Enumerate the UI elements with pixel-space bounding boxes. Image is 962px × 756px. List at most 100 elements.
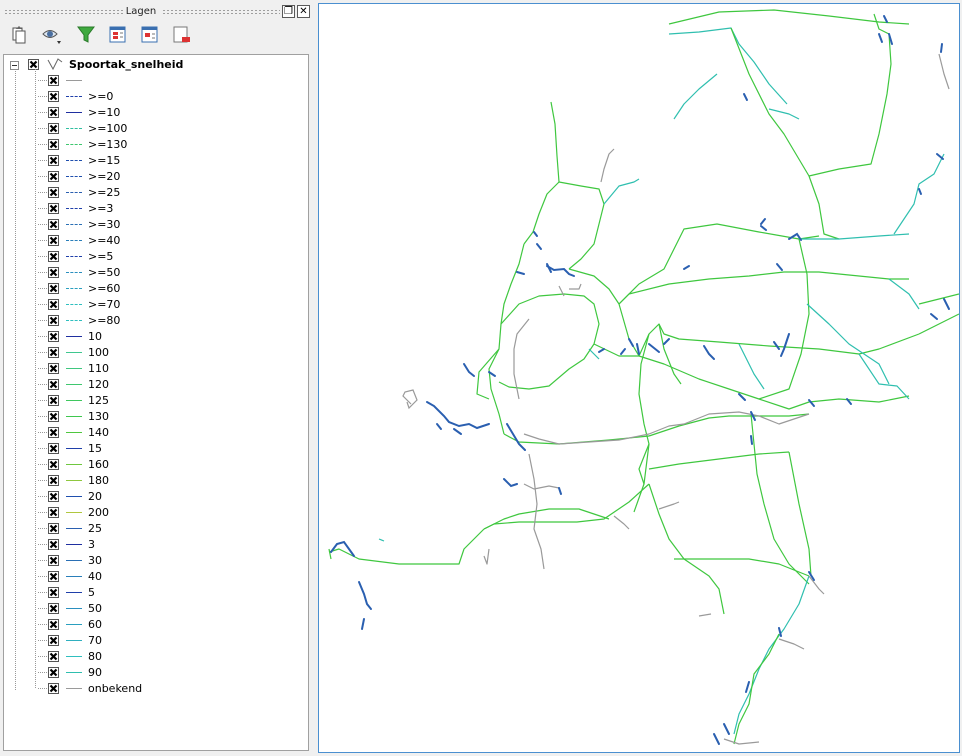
- legend-checkbox[interactable]: [48, 459, 59, 470]
- collapse-all-button[interactable]: [138, 24, 162, 46]
- legend-item[interactable]: 180: [4, 473, 304, 489]
- legend-item[interactable]: >=80: [4, 313, 304, 329]
- float-panel-button[interactable]: ❐: [282, 5, 295, 18]
- legend-checkbox[interactable]: [48, 107, 59, 118]
- legend-checkbox[interactable]: [48, 155, 59, 166]
- collapse-toggle[interactable]: [10, 61, 19, 70]
- legend-item[interactable]: >=130: [4, 137, 304, 153]
- legend-item[interactable]: >=70: [4, 297, 304, 313]
- remove-layer-button[interactable]: [170, 24, 194, 46]
- low-speed-segment: [533, 231, 538, 237]
- legend-item[interactable]: 125: [4, 393, 304, 409]
- legend-checkbox[interactable]: [48, 571, 59, 582]
- legend-item[interactable]: >=15: [4, 153, 304, 169]
- legend-checkbox[interactable]: [48, 267, 59, 278]
- legend-item[interactable]: 110: [4, 361, 304, 377]
- legend-item[interactable]: 80: [4, 649, 304, 665]
- legend-item[interactable]: 100: [4, 345, 304, 361]
- legend-checkbox[interactable]: [48, 427, 59, 438]
- legend-checkbox[interactable]: [48, 91, 59, 102]
- legend-checkbox[interactable]: [48, 651, 59, 662]
- legend-item[interactable]: >=10: [4, 105, 304, 121]
- legend-item[interactable]: 90: [4, 665, 304, 681]
- legend-item[interactable]: onbekend: [4, 681, 304, 697]
- legend-checkbox[interactable]: [48, 123, 59, 134]
- low-speed-segment: [738, 393, 746, 401]
- legend-item[interactable]: 30: [4, 553, 304, 569]
- rail-segment: [523, 411, 810, 445]
- legend-item[interactable]: 130: [4, 409, 304, 425]
- legend-checkbox[interactable]: [48, 171, 59, 182]
- layer-row-spoortak[interactable]: Spoortak_snelheid: [4, 57, 304, 73]
- legend-item[interactable]: 15: [4, 441, 304, 457]
- legend-checkbox[interactable]: [48, 75, 59, 86]
- rail-segment: [588, 348, 600, 360]
- legend-item[interactable]: [4, 73, 304, 89]
- legend-label: 125: [88, 394, 109, 407]
- legend-item[interactable]: >=3: [4, 201, 304, 217]
- legend-item[interactable]: 60: [4, 617, 304, 633]
- legend-item[interactable]: 3: [4, 537, 304, 553]
- legend-checkbox[interactable]: [48, 683, 59, 694]
- legend-checkbox[interactable]: [48, 203, 59, 214]
- visibility-button[interactable]: [40, 24, 64, 46]
- legend-item[interactable]: 50: [4, 601, 304, 617]
- legend-checkbox[interactable]: [48, 523, 59, 534]
- legend-checkbox[interactable]: [48, 283, 59, 294]
- legend-item[interactable]: 40: [4, 569, 304, 585]
- legend-checkbox[interactable]: [48, 395, 59, 406]
- filter-legend-button[interactable]: [74, 24, 98, 46]
- legend-checkbox[interactable]: [48, 251, 59, 262]
- legend-checkbox[interactable]: [48, 539, 59, 550]
- legend-checkbox[interactable]: [48, 347, 59, 358]
- legend-checkbox[interactable]: [48, 235, 59, 246]
- legend-item[interactable]: 140: [4, 425, 304, 441]
- legend-item[interactable]: >=60: [4, 281, 304, 297]
- legend-item[interactable]: >=50: [4, 265, 304, 281]
- legend-checkbox[interactable]: [48, 411, 59, 422]
- legend-checkbox[interactable]: [48, 475, 59, 486]
- legend-item[interactable]: 25: [4, 521, 304, 537]
- legend-checkbox[interactable]: [48, 315, 59, 326]
- legend-item[interactable]: 5: [4, 585, 304, 601]
- legend-checkbox[interactable]: [48, 363, 59, 374]
- layer-visibility-checkbox[interactable]: [28, 59, 39, 70]
- legend-swatch: [66, 688, 82, 689]
- legend-checkbox[interactable]: [48, 331, 59, 342]
- panel-titlebar[interactable]: Lagen ❐ ✕: [2, 4, 310, 20]
- legend-checkbox[interactable]: [48, 139, 59, 150]
- legend-checkbox[interactable]: [48, 619, 59, 630]
- legend-item[interactable]: 10: [4, 329, 304, 345]
- legend-item[interactable]: >=5: [4, 249, 304, 265]
- legend-item[interactable]: >=25: [4, 185, 304, 201]
- legend-item[interactable]: 70: [4, 633, 304, 649]
- legend-item[interactable]: >=30: [4, 217, 304, 233]
- legend-item[interactable]: 160: [4, 457, 304, 473]
- legend-checkbox[interactable]: [48, 187, 59, 198]
- legend-checkbox[interactable]: [48, 219, 59, 230]
- legend-checkbox[interactable]: [48, 587, 59, 598]
- rail-segment: [618, 223, 820, 305]
- legend-item[interactable]: 20: [4, 489, 304, 505]
- legend-checkbox[interactable]: [48, 507, 59, 518]
- legend-checkbox[interactable]: [48, 299, 59, 310]
- legend-label: >=80: [88, 314, 121, 327]
- legend-item[interactable]: >=100: [4, 121, 304, 137]
- legend-item[interactable]: 200: [4, 505, 304, 521]
- expand-all-button[interactable]: [106, 24, 130, 46]
- legend-item[interactable]: >=20: [4, 169, 304, 185]
- legend-checkbox[interactable]: [48, 667, 59, 678]
- legend-checkbox[interactable]: [48, 555, 59, 566]
- legend-checkbox[interactable]: [48, 491, 59, 502]
- close-panel-button[interactable]: ✕: [297, 5, 310, 18]
- legend-item[interactable]: 120: [4, 377, 304, 393]
- legend-item[interactable]: >=0: [4, 89, 304, 105]
- legend-item[interactable]: >=40: [4, 233, 304, 249]
- map-canvas[interactable]: [318, 3, 960, 753]
- add-group-button[interactable]: [6, 24, 30, 46]
- legend-checkbox[interactable]: [48, 379, 59, 390]
- legend-checkbox[interactable]: [48, 603, 59, 614]
- tree-branch: [38, 624, 48, 625]
- legend-checkbox[interactable]: [48, 443, 59, 454]
- legend-checkbox[interactable]: [48, 635, 59, 646]
